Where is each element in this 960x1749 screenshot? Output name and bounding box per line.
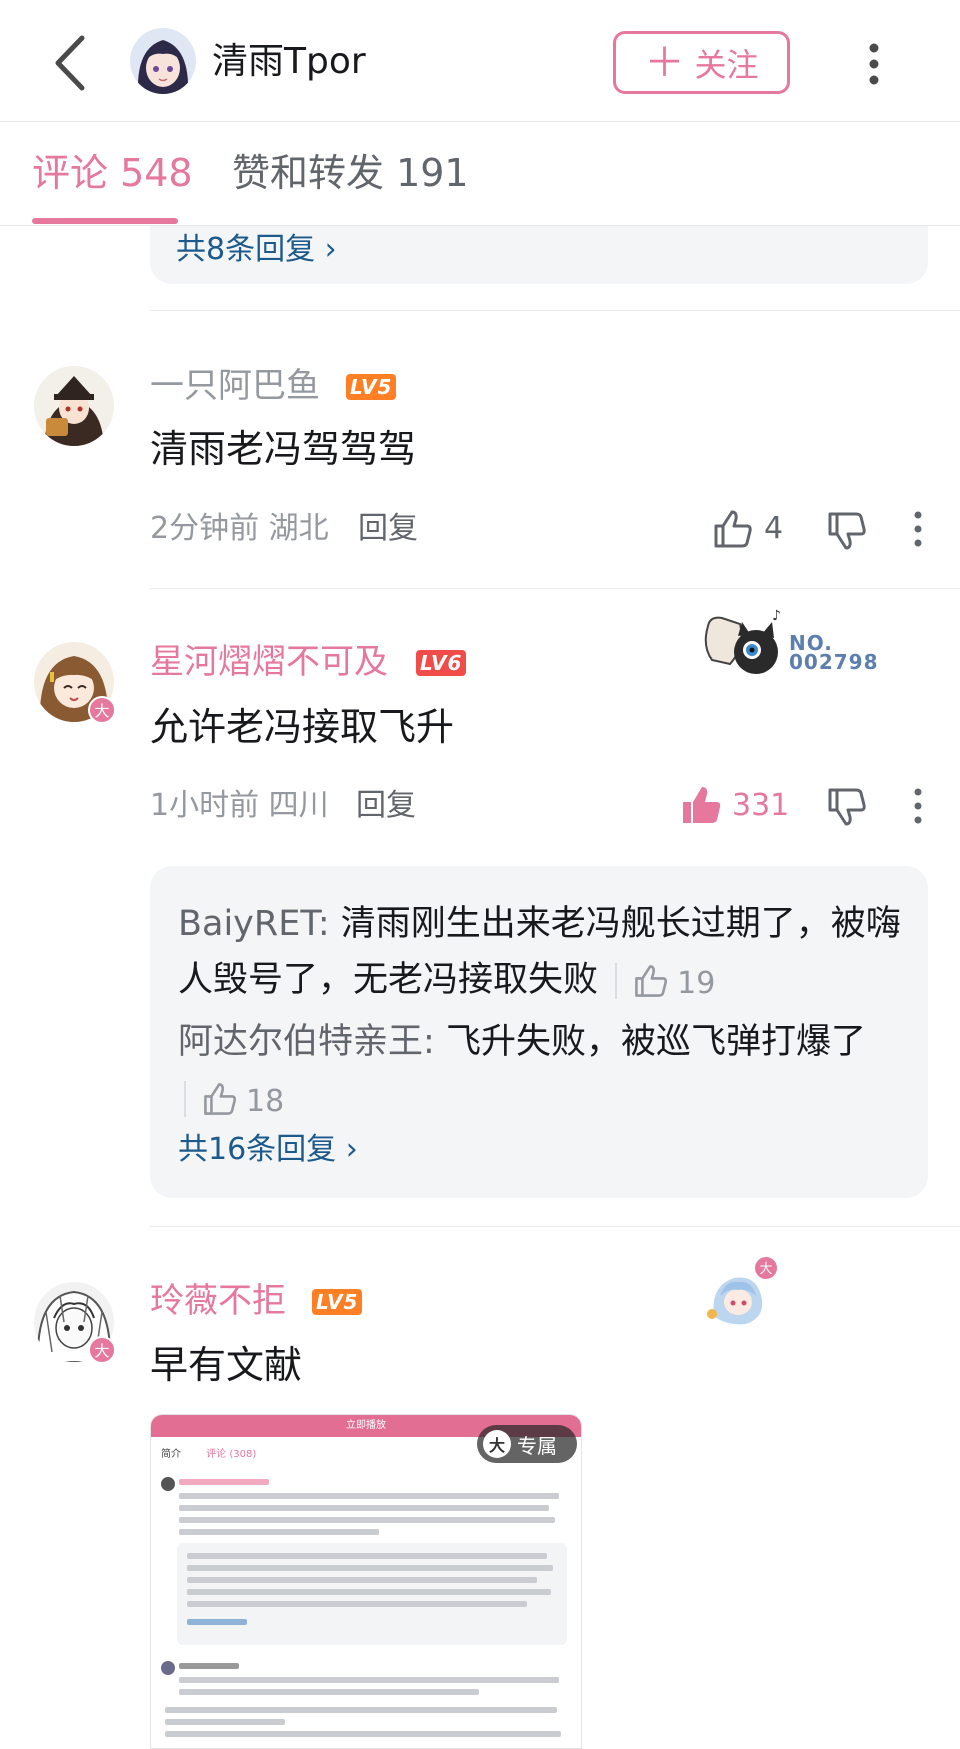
embedded-text-line [165,1719,285,1725]
comment-time-location: 2分钟前 湖北 [150,511,329,546]
embedded-text-line [179,1663,239,1669]
embedded-text-line [187,1577,537,1583]
tab-bar: 评论 548 赞和转发 191 [0,122,960,226]
like-count: 331 [732,788,790,823]
sub-reply-author[interactable]: 阿达尔伯特亲王: [178,1022,435,1062]
plus-icon: ＋ [644,39,685,86]
embedded-text-line [165,1731,561,1737]
comment-text: 清雨老冯驾驾驾 [150,427,417,471]
embedded-text-line [187,1589,551,1595]
comment-username[interactable]: 一只阿巴鱼 [150,364,320,408]
level-badge: LV6 [416,650,467,676]
embedded-text-line [187,1601,527,1607]
follow-button[interactable]: ＋ 关注 [613,31,790,94]
fan-mascot-icon: ♪ [704,608,781,674]
exclusive-badge: 大 专属 [477,1425,577,1463]
comment-image[interactable]: 立即播放 简介 评论 (308) 大 专属 [150,1414,582,1749]
level-badge: LV5 [346,374,397,400]
divider [150,1226,960,1227]
comment-username[interactable]: 星河熠熠不可及 [150,640,388,684]
top-bar: 清雨Tpor ＋ 关注 [0,0,960,122]
embedded-text-line [179,1689,479,1695]
fan-number: NO. 002798 [789,631,879,674]
more-replies-link[interactable]: 共16条回复 › [178,1130,358,1170]
sub-reply-like[interactable]: 18 [184,1081,285,1119]
thumbs-up-icon [204,1083,237,1115]
embedded-avatar [161,1661,175,1675]
sub-reply[interactable]: BaiyRET: 清雨刚生出来老冯舰长过期了，被嗨人毁号了，无老冯接取失败 19 [178,896,908,1008]
comment-text: 早有文献 [150,1343,303,1387]
sub-reply-text: 飞升失败，被巡飞弹打爆了 [445,1022,866,1062]
level-badge: LV5 [312,1289,363,1315]
more-vertical-icon[interactable] [913,511,923,547]
svg-text:♪: ♪ [772,608,781,624]
fan-card-decoration: ♪ NO. 002798 [700,606,900,686]
tab-active-indicator [32,218,178,224]
embedded-text-line [187,1553,547,1559]
sub-reply-author[interactable]: BaiyRET: [178,904,330,944]
exclusive-label: 专属 [517,1433,557,1458]
avatar[interactable] [34,366,114,446]
thumbs-down-icon[interactable] [826,510,868,552]
like-count: 4 [764,511,784,546]
sub-reply-like[interactable]: 19 [615,963,716,1001]
more-vertical-icon[interactable] [862,40,886,88]
embedded-text-line [187,1565,553,1571]
svg-text:大: 大 [759,1262,772,1277]
comment-username[interactable]: 玲薇不拒 [150,1279,286,1323]
thumbs-up-icon [635,965,668,997]
vip-icon: 大 [483,1430,511,1458]
embedded-avatar [161,1477,175,1491]
sub-reply[interactable]: 阿达尔伯特亲王: 飞升失败，被巡飞弹打爆了 18 [178,1014,908,1126]
embedded-text-line [179,1479,269,1485]
back-arrow-icon[interactable] [46,32,102,94]
embedded-reply-box [177,1543,567,1645]
embedded-text-line [165,1707,557,1713]
divider [150,310,960,311]
embedded-tab-comments: 评论 (308) [206,1449,257,1460]
more-replies-link[interactable]: 共8条回复 › [176,224,337,268]
tab-comments[interactable]: 评论 548 [32,148,193,198]
more-vertical-icon[interactable] [913,788,923,824]
divider [150,588,960,589]
vip-badge: 大 [88,696,116,724]
embedded-tab-intro: 简介 [161,1449,181,1460]
embedded-text-line [179,1493,559,1499]
reply-button[interactable]: 回复 [358,509,418,549]
reply-button[interactable]: 回复 [356,786,416,826]
embedded-text-line [179,1517,555,1523]
embedded-text-line [187,1619,247,1625]
embedded-text-line [179,1529,379,1535]
embedded-text-line [179,1505,549,1511]
thumbs-up-filled-icon[interactable] [680,784,722,826]
tab-likes-reposts[interactable]: 赞和转发 191 [232,148,469,198]
thumbs-up-icon[interactable] [712,508,754,550]
up-avatar[interactable] [130,28,196,94]
sub-reply-like-count: 19 [677,966,716,1001]
chibi-decoration-icon: 大 [707,1257,777,1325]
up-name[interactable]: 清雨Tpor [212,38,366,86]
sub-replies-box: BaiyRET: 清雨刚生出来老冯舰长过期了，被嗨人毁号了，无老冯接取失败 19… [150,866,928,1198]
embedded-tabs: 简介 评论 (308) [161,1445,278,1460]
embedded-text-line [179,1677,559,1683]
sub-reply-like-count: 18 [246,1084,285,1119]
comment-text: 允许老冯接取飞升 [150,705,455,749]
follow-label: 关注 [694,45,759,84]
vip-badge: 大 [88,1336,116,1364]
thumbs-down-icon[interactable] [826,786,868,828]
comment-time-location: 1小时前 四川 [150,788,329,823]
